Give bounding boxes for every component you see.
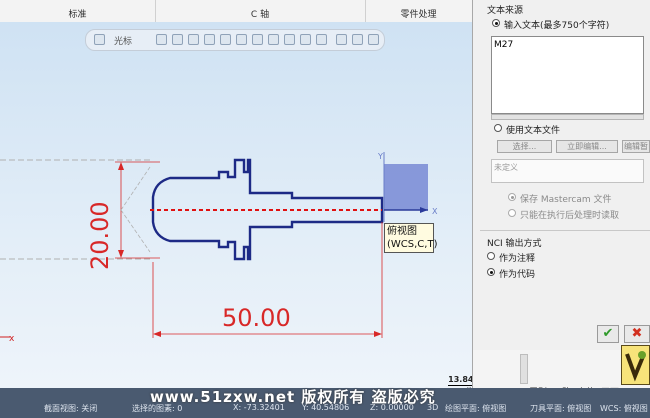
ribbon-group-standard: 标准 <box>0 0 156 22</box>
select-file-button[interactable]: 选择... <box>497 140 552 153</box>
view-label-wcs: (WCS,C,T) <box>387 239 438 250</box>
scale-value: 13.841 毫米 <box>448 375 472 384</box>
watermark-text: www.51zxw.net 版权所有 盗版必究 <box>150 388 436 406</box>
view-label-name: 俯视图 <box>387 226 417 237</box>
manager-scrollbar[interactable] <box>520 354 528 384</box>
ok-button[interactable]: ✔ <box>597 325 619 343</box>
radio-save-mastercam-label[interactable]: 保存 Mastercam 文件 <box>520 192 612 205</box>
dim-arrow-right <box>374 331 382 337</box>
ribbon-group-c-axis: C 轴 <box>155 0 366 22</box>
wcs-y-marker: Y <box>377 152 383 161</box>
status-section-view[interactable]: 截面视图: 关闭 <box>44 403 97 414</box>
file-path-placeholder: 未定义 <box>494 163 518 172</box>
wcs-x-marker: X <box>432 207 438 216</box>
section-title-text-source: 文本来源 <box>487 6 524 16</box>
edit-later-button[interactable]: 编辑暂 <box>622 140 650 153</box>
drawing-canvas[interactable]: x 20.00 50.00 Y X <box>0 22 472 388</box>
section-title-nci-output: NCI 输出方式 <box>487 239 542 249</box>
dim-vertical-label: 20.00 <box>86 201 114 270</box>
ribbon-group-part-processing: 零件处理 <box>400 10 437 20</box>
construction-diag-top <box>120 166 151 211</box>
text-area-scrollbar[interactable] <box>491 114 644 120</box>
text-input-area[interactable]: M27 <box>491 36 644 114</box>
text-input-value: M27 <box>494 40 514 50</box>
radio-as-comment-label[interactable]: 作为注释 <box>499 251 535 264</box>
radio-as-comment[interactable] <box>487 252 495 260</box>
radio-input-text[interactable] <box>492 19 500 27</box>
panel-divider <box>480 230 650 231</box>
radio-as-code[interactable] <box>487 268 495 276</box>
scale-indicator: 13.841 毫米 公制 <box>448 374 472 388</box>
status-wcs[interactable]: WCS: 俯视图 <box>600 403 648 414</box>
radio-use-file-label[interactable]: 使用文本文件 <box>506 123 560 136</box>
status-tool-plane[interactable]: 刀具平面: 俯视图 <box>530 403 591 414</box>
file-path-field[interactable]: 未定义 <box>491 159 644 183</box>
radio-as-code-label[interactable]: 作为代码 <box>499 267 535 280</box>
radio-use-file[interactable] <box>494 124 502 132</box>
dim-horizontal-label: 50.00 <box>222 304 291 332</box>
dim-arrow-top <box>118 162 124 170</box>
graphics-viewport[interactable]: 光标 x 20.00 50.00 Y X 俯视图 (WCS,C,T) 13.84 <box>0 22 472 388</box>
cancel-button[interactable]: ✖ <box>624 325 650 343</box>
x-axis-marker: x <box>9 334 15 344</box>
view-label: 俯视图 (WCS,C,T) <box>384 223 438 253</box>
edit-now-button[interactable]: 立即编辑... <box>556 140 618 153</box>
radio-save-mastercam[interactable] <box>508 193 516 201</box>
radio-read-at-post[interactable] <box>508 209 516 217</box>
ribbon-bar: 标准 C 轴 零件处理 <box>0 0 472 23</box>
wcs-plane-box <box>384 164 428 210</box>
dim-arrow-bottom <box>118 250 124 258</box>
dim-arrow-left <box>153 331 161 337</box>
construction-diag-bottom <box>120 209 151 253</box>
site-logo-icon <box>621 345 650 385</box>
radio-read-at-post-label[interactable]: 只能在执行后处理时读取 <box>520 208 619 221</box>
radio-input-text-label[interactable]: 输入文本(最多750个字符) <box>504 18 609 31</box>
status-draw-plane[interactable]: 绘图平面: 俯视图 <box>445 403 506 414</box>
